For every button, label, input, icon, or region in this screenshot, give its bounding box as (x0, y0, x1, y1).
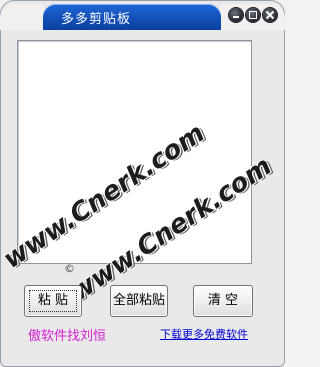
clear-button[interactable]: 清 空 (193, 285, 253, 317)
title-bar[interactable]: 多多剪贴板 (0, 0, 285, 32)
paste-all-button[interactable]: 全部粘贴 (110, 285, 168, 317)
author-text: 傲软件找刘恒 (28, 329, 107, 344)
clipboard-window: 多多剪贴板 www.Cnerk.com www.Cnerk.com © 粘 贴 … (0, 0, 285, 367)
window-title: 多多剪贴板 (61, 12, 132, 27)
close-icon[interactable] (263, 8, 277, 22)
maximize-icon[interactable] (246, 8, 260, 22)
download-link[interactable]: 下载更多免费软件 (160, 326, 248, 342)
paste-all-button-label: 全部粘贴 (112, 293, 165, 308)
watermark-copyright-mark: © (64, 262, 75, 275)
clear-button-label: 清 空 (207, 293, 239, 308)
paste-button[interactable]: 粘 贴 (24, 285, 82, 317)
minimize-icon[interactable] (229, 8, 243, 22)
focus-outline (29, 290, 77, 312)
title-bar-left-cap (0, 4, 43, 30)
